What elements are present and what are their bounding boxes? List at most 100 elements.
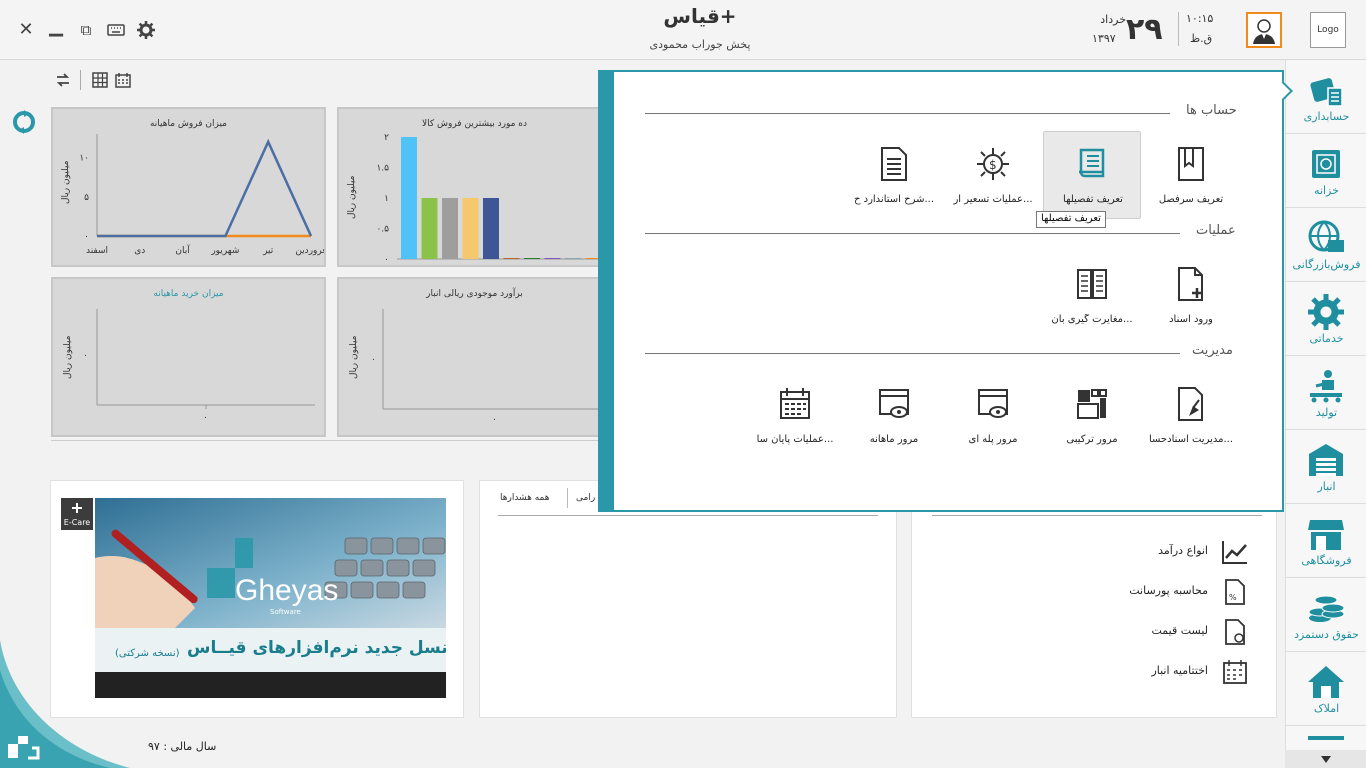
menu-item-currency-ops[interactable]: $ عملیات تسعیر ار... — [944, 132, 1042, 220]
module-sidebar: حسابداری خزانه فروش‌بازرگانی خدماتی — [1285, 60, 1366, 768]
calendar-icon[interactable] — [114, 71, 132, 89]
close-button[interactable]: ✕ — [16, 20, 36, 40]
time: ۱۰:۱۵ — [1186, 12, 1214, 25]
gheyas-corner-logo — [0, 640, 130, 768]
menu-item-label: مدیریت اسنادحسا... — [1148, 434, 1234, 445]
keyboard-icon[interactable] — [106, 20, 126, 40]
bar — [503, 258, 520, 259]
svg-text:$: $ — [989, 158, 997, 172]
y-tick-label: ۰.۵ — [376, 225, 389, 235]
series-line — [97, 138, 313, 238]
divider — [498, 515, 878, 516]
x-tick-label: فروردین — [295, 246, 324, 256]
shortcut-warehouse-close[interactable]: اختتامیه انبار — [1100, 658, 1250, 688]
sidebar-item-payroll[interactable]: حقوق دستمزد — [1286, 578, 1366, 652]
x-tick-label: اسفند — [86, 246, 108, 256]
svg-text:%: % — [1229, 593, 1237, 602]
sidebar-item-realestate[interactable]: املاک — [1286, 652, 1366, 726]
sidebar-item-services[interactable]: خدماتی — [1286, 282, 1366, 356]
currency-gear-icon: $ — [977, 148, 1009, 180]
sidebar-item-store[interactable]: فروشگاهی — [1286, 504, 1366, 578]
sync-icon[interactable] — [10, 108, 38, 136]
sidebar-more-indicator — [1308, 736, 1344, 740]
y-tick-label: ۵ — [84, 193, 89, 203]
bank-reconcile-icon — [1077, 269, 1107, 299]
sidebar-item-warehouse[interactable]: انبار — [1286, 430, 1366, 504]
sidebar-label: انبار — [1317, 480, 1336, 493]
sidebar-label: فروش‌بازرگانی — [1292, 258, 1361, 271]
menu-item-label: مغایرت گیری بان... — [1051, 314, 1133, 325]
menu-item-define-details[interactable]: تعریف تفصیلها — [1043, 131, 1141, 219]
monthly-purchase-chart: میزان خرید ماهیانه میلیون ریال ۰ ۰ — [51, 277, 326, 437]
house-icon — [1308, 666, 1344, 698]
menu-item-enter-documents[interactable]: ورود اسناد — [1142, 252, 1240, 340]
y-tick-label: ۱.۵ — [376, 164, 389, 174]
plus-icon — [72, 503, 82, 513]
grid-icon[interactable] — [91, 71, 109, 89]
fiscal-year: سال مالی : ۹۷ — [148, 740, 217, 753]
chart-axes — [382, 309, 601, 410]
menu-item-monthly-view[interactable]: مرور ماهانه — [845, 372, 943, 460]
menu-item-step-view[interactable]: مرور پله ای — [944, 372, 1042, 460]
sidebar-scroll-down[interactable] — [1285, 750, 1366, 768]
y-tick-label: ۰ — [84, 232, 89, 242]
gear-icon[interactable] — [136, 20, 156, 40]
detail-doc-icon — [1079, 148, 1105, 178]
refresh-icon[interactable] — [54, 71, 72, 89]
ecare-logo[interactable]: E-Care — [61, 498, 93, 530]
shortcut-price-list[interactable]: لیست قیمت — [1100, 618, 1250, 648]
company-name: پخش جوراب محمودی — [649, 38, 751, 51]
am-pm: ق.ظ — [1190, 32, 1213, 45]
menu-item-label: ورود اسناد — [1169, 314, 1213, 325]
toolbar-divider — [80, 70, 81, 90]
bar — [462, 198, 479, 259]
sidebar-label: خزانه — [1314, 184, 1339, 197]
percent-doc-icon: % — [1225, 579, 1245, 605]
date-widget: ۲۹ خرداد ۱۳۹۷ ۱۰:۱۵ ق.ظ — [1090, 10, 1236, 50]
shortcut-income-types[interactable]: انواع درآمد — [1100, 538, 1250, 568]
step-view-icon — [978, 389, 1008, 418]
bar — [421, 198, 438, 259]
menu-item-manage-docs[interactable]: مدیریت اسنادحسا... — [1142, 372, 1240, 460]
tab-all-alerts[interactable]: همه هشدارها — [500, 493, 549, 503]
globe-cart-icon — [1308, 220, 1344, 252]
shortcut-commission[interactable]: محاسبه پورسانت % — [1100, 578, 1250, 608]
doc-manage-icon — [1178, 387, 1203, 421]
user-avatar[interactable] — [1246, 12, 1282, 48]
sidebar-item-accounting[interactable]: حسابداری — [1286, 60, 1366, 134]
shortcut-label: لیست قیمت — [1151, 624, 1208, 637]
sidebar-label: املاک — [1313, 702, 1340, 715]
brand-name: Gheyas — [235, 574, 339, 607]
restore-button[interactable]: ⧉ — [76, 20, 96, 40]
add-doc-icon — [1178, 267, 1203, 301]
bar — [483, 198, 499, 259]
combined-view-icon — [1077, 389, 1107, 419]
sidebar-label: فروشگاهی — [1301, 554, 1352, 567]
sidebar-item-sales[interactable]: فروش‌بازرگانی — [1286, 208, 1366, 282]
menu-item-bank-reconcile[interactable]: مغایرت گیری بان... — [1043, 252, 1141, 340]
top-products-chart: ده مورد بیشترین فروش کالا میلیون ریال ۰۰… — [337, 107, 612, 267]
coins-icon — [1308, 595, 1345, 622]
tab-partial[interactable]: رامی — [576, 493, 595, 503]
gear-service-icon — [1308, 294, 1344, 330]
section-heading-operations: عملیات — [1196, 223, 1236, 238]
menu-item-define-headings[interactable]: تعریف سرفصل — [1142, 132, 1240, 220]
accounting-icon — [1310, 78, 1343, 107]
divider — [932, 515, 1262, 516]
menu-item-year-end[interactable]: عملیات پایان سا... — [746, 372, 844, 460]
menu-item-combined-view[interactable]: مرور ترکیبی — [1043, 372, 1141, 460]
x-tick-label: دی — [134, 246, 145, 256]
price-doc-icon — [1225, 619, 1245, 645]
divider — [51, 440, 611, 441]
section-divider — [645, 113, 1170, 114]
book-icon — [1178, 147, 1204, 181]
product-banner[interactable]: Gheyas Software نسل جدید نرم‌افزارهای قی… — [95, 498, 446, 698]
date-year: ۱۳۹۷ — [1092, 32, 1116, 45]
menu-item-standard-desc[interactable]: شرح استاندارد ح... — [845, 132, 943, 220]
sidebar-item-treasury[interactable]: خزانه — [1286, 134, 1366, 208]
minimize-button[interactable]: ▁ — [46, 17, 66, 37]
monthly-view-icon — [879, 389, 909, 418]
divider — [1178, 12, 1179, 46]
sidebar-label: حقوق دستمزد — [1294, 628, 1359, 641]
sidebar-item-production[interactable]: تولید — [1286, 356, 1366, 430]
